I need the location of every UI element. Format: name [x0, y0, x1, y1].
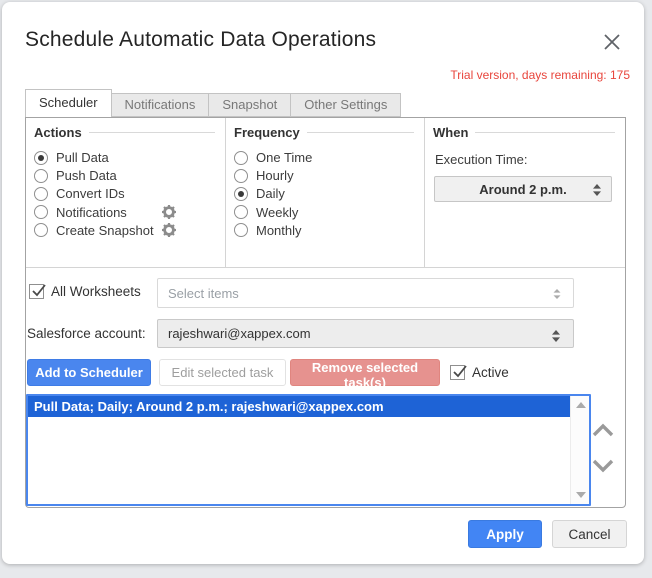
close-button[interactable] — [600, 30, 624, 54]
frequency-legend: Frequency — [234, 125, 416, 140]
remove-selected-task-button[interactable]: Remove selected task(s) — [290, 359, 440, 386]
tab-other-settings[interactable]: Other Settings — [291, 93, 401, 117]
schedule-dialog: Schedule Automatic Data Operations Trial… — [2, 2, 644, 564]
execution-time-label: Execution Time: — [433, 152, 617, 167]
radio-row-notifications: Notifications — [34, 204, 217, 220]
task-list-item[interactable]: Pull Data; Daily; Around 2 p.m.; rajeshw… — [28, 396, 570, 417]
actions-legend: Actions — [34, 125, 217, 140]
radio-weekly[interactable] — [234, 205, 248, 219]
close-icon — [600, 30, 624, 54]
scroll-down-icon[interactable] — [576, 492, 586, 498]
move-task-down-button[interactable] — [591, 458, 615, 474]
radio-label: Notifications — [56, 205, 127, 220]
radio-row-one-time: One Time — [234, 150, 416, 166]
checkmark-icon — [31, 283, 47, 299]
radio-hourly[interactable] — [234, 169, 248, 183]
execution-time-value: Around 2 p.m. — [479, 182, 566, 197]
options-fieldsets: Actions Pull Data Push Data Convert IDs — [26, 118, 625, 268]
radio-label: One Time — [256, 150, 312, 165]
radio-row-monthly: Monthly — [234, 222, 416, 238]
radio-pull-data[interactable] — [34, 151, 48, 165]
all-worksheets-label: All Worksheets — [51, 284, 141, 299]
all-worksheets-checkbox[interactable] — [29, 284, 44, 299]
when-legend: When — [433, 125, 617, 140]
frequency-options: One Time Hourly Daily Weekly — [234, 150, 416, 238]
radio-label: Weekly — [256, 205, 298, 220]
salesforce-account-value: rajeshwari@xappex.com — [168, 326, 311, 341]
dialog-title: Schedule Automatic Data Operations — [25, 28, 376, 52]
radio-notifications[interactable] — [34, 205, 48, 219]
scheduler-tab-panel: Actions Pull Data Push Data Convert IDs — [25, 117, 626, 508]
edit-selected-task-button[interactable]: Edit selected task — [159, 359, 286, 386]
worksheets-select[interactable]: Select items — [157, 278, 574, 308]
actions-fieldset: Actions Pull Data Push Data Convert IDs — [26, 118, 226, 267]
radio-daily[interactable] — [234, 187, 248, 201]
radio-row-daily: Daily — [234, 186, 416, 202]
radio-row-weekly: Weekly — [234, 204, 416, 220]
tab-notifications[interactable]: Notifications — [112, 93, 210, 117]
legend-rule — [89, 132, 215, 133]
active-label: Active — [472, 365, 509, 380]
frequency-fieldset: Frequency One Time Hourly Daily — [226, 118, 425, 267]
radio-create-snapshot[interactable] — [34, 223, 48, 237]
radio-label: Monthly — [256, 223, 302, 238]
radio-convert-ids[interactable] — [34, 187, 48, 201]
execution-time-select[interactable]: Around 2 p.m. — [434, 176, 612, 202]
radio-row-hourly: Hourly — [234, 168, 416, 184]
gear-icon — [161, 204, 177, 220]
select-arrows-icon — [549, 328, 563, 349]
when-legend-label: When — [433, 125, 468, 140]
frequency-legend-label: Frequency — [234, 125, 300, 140]
move-task-up-button[interactable] — [591, 422, 615, 438]
legend-rule — [307, 132, 414, 133]
tab-snapshot[interactable]: Snapshot — [209, 93, 291, 117]
radio-label: Create Snapshot — [56, 223, 154, 238]
radio-row-push-data: Push Data — [34, 168, 217, 184]
radio-row-create-snapshot: Create Snapshot — [34, 222, 217, 238]
radio-row-pull-data: Pull Data — [34, 150, 217, 166]
snapshot-settings-button[interactable] — [161, 222, 177, 238]
add-to-scheduler-button[interactable]: Add to Scheduler — [27, 359, 151, 386]
worksheets-select-placeholder: Select items — [168, 286, 239, 301]
select-arrows-icon — [551, 287, 563, 306]
radio-row-convert-ids: Convert IDs — [34, 186, 217, 202]
radio-label: Pull Data — [56, 150, 109, 165]
cancel-button[interactable]: Cancel — [552, 520, 627, 548]
scheduled-task-list[interactable]: Pull Data; Daily; Around 2 p.m.; rajeshw… — [26, 394, 591, 506]
scroll-up-icon[interactable] — [576, 402, 586, 408]
select-arrows-icon — [590, 182, 604, 201]
radio-monthly[interactable] — [234, 223, 248, 237]
notifications-settings-button[interactable] — [161, 204, 177, 220]
radio-label: Hourly — [256, 168, 294, 183]
all-worksheets-row: All Worksheets — [29, 284, 141, 299]
salesforce-account-select[interactable]: rajeshwari@xappex.com — [157, 319, 574, 348]
radio-one-time[interactable] — [234, 151, 248, 165]
chevron-up-icon — [591, 422, 615, 438]
trial-notice: Trial version, days remaining: 175 — [450, 68, 630, 82]
tab-scheduler[interactable]: Scheduler — [25, 89, 112, 117]
legend-rule — [475, 132, 615, 133]
radio-label: Daily — [256, 186, 285, 201]
task-list-scrollbar[interactable] — [570, 396, 589, 504]
when-fieldset: When Execution Time: Around 2 p.m. — [425, 118, 625, 267]
radio-push-data[interactable] — [34, 169, 48, 183]
checkmark-icon — [452, 364, 468, 380]
actions-legend-label: Actions — [34, 125, 82, 140]
active-row: Active — [450, 365, 509, 380]
actions-options: Pull Data Push Data Convert IDs Notifica… — [34, 150, 217, 238]
active-checkbox[interactable] — [450, 365, 465, 380]
apply-button[interactable]: Apply — [468, 520, 542, 548]
salesforce-account-label: Salesforce account: — [27, 326, 146, 341]
gear-icon — [161, 222, 177, 238]
radio-label: Convert IDs — [56, 186, 125, 201]
chevron-down-icon — [591, 458, 615, 474]
radio-label: Push Data — [56, 168, 117, 183]
tab-bar: Scheduler Notifications Snapshot Other S… — [25, 90, 401, 117]
